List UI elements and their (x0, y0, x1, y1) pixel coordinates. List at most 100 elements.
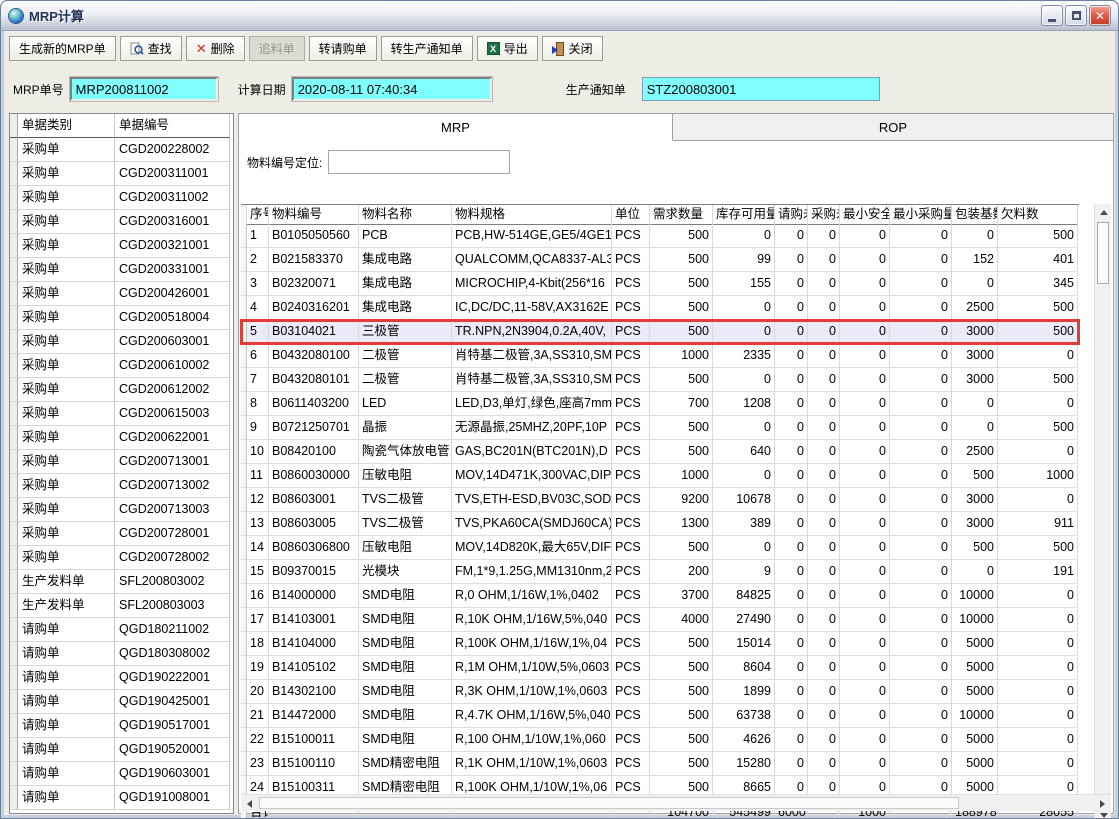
table-row[interactable]: 10B08420100陶瓷气体放电管GAS,BC201N(BTC201N),DP… (241, 440, 1079, 464)
prod-note-input[interactable] (642, 77, 880, 101)
table-row[interactable]: 9B0721250701晶振无源晶振,25MHZ,20PF,10PPCS5000… (241, 416, 1079, 440)
vertical-scrollbar[interactable] (1094, 204, 1111, 819)
table-row[interactable]: 2B021583370集成电路QUALCOMM,QCA8337-AL3PCS50… (241, 248, 1079, 272)
document-list-row[interactable]: 采购单CGD200518004 (10, 306, 233, 330)
table-cell: 0 (840, 296, 890, 320)
toolbar-button-8[interactable]: 关闭 (542, 36, 603, 61)
document-list-row[interactable]: 请购单QGD180308002 (10, 642, 233, 666)
minimize-button[interactable] (1041, 5, 1063, 26)
calc-date-input[interactable] (292, 77, 492, 101)
mrp-no-input[interactable] (70, 77, 218, 101)
table-row[interactable]: 15B09370015光模块FM,1*9,1.25G,MM1310nm,2PCS… (241, 560, 1079, 584)
table-cell: PCS (612, 536, 650, 560)
toolbar-button-7[interactable]: X导出 (477, 36, 538, 61)
table-cell: 5000 (952, 656, 998, 680)
document-list-row[interactable]: 采购单CGD200610002 (10, 354, 233, 378)
table-cell: 0 (952, 560, 998, 584)
toolbar-button-5[interactable]: 转请购单 (309, 36, 377, 61)
table-cell: 10000 (952, 608, 998, 632)
document-list-row[interactable]: 采购单CGD200713003 (10, 498, 233, 522)
table-row[interactable]: 19B14105102SMD电阻R,1M OHM,1/10W,5%,0603PC… (241, 656, 1079, 680)
document-list-row[interactable]: 采购单CGD200622001 (10, 426, 233, 450)
tab-rop[interactable]: ROP (673, 113, 1114, 141)
table-row[interactable]: 14B0860306800压敏电阻MOV,14D820K,最大65V,DIFPC… (241, 536, 1079, 560)
column-header-cell: 物料规格 (452, 205, 612, 225)
horizontal-scrollbar[interactable] (241, 794, 1111, 811)
table-row[interactable]: 8B0611403200LEDLED,D3,单灯,绿色,座高7mmPCS7001… (241, 392, 1079, 416)
table-row[interactable]: 5B03104021三极管TR.NPN,2N3904,0.2A,40V,PCS5… (241, 320, 1079, 344)
table-row[interactable]: 17B14103001SMD电阻R,10K OHM,1/16W,5%,040PC… (241, 608, 1079, 632)
table-row[interactable]: 1B0105050560PCBPCB,HW-514GE,GE5/4GE1PCS5… (241, 224, 1079, 248)
maximize-button[interactable] (1065, 5, 1087, 26)
document-list-row[interactable]: 采购单CGD200615003 (10, 402, 233, 426)
table-cell: 0 (998, 344, 1078, 368)
table-row[interactable]: 16B14000000SMD电阻R,0 OHM,1/16W,1%,0402PCS… (241, 584, 1079, 608)
table-cell: TVS二极管 (359, 488, 452, 512)
scroll-left-button[interactable] (241, 795, 258, 812)
document-list-cell: CGD200713002 (115, 474, 230, 498)
vertical-scroll-thumb[interactable] (1097, 222, 1109, 284)
document-list-row[interactable]: 请购单QGD191008001 (10, 786, 233, 810)
column-header-cell: 物料名称 (359, 205, 452, 225)
table-cell: 0 (840, 656, 890, 680)
table-cell: 0 (808, 704, 840, 728)
table-row[interactable]: 21B14472000SMD电阻R,4.7K OHM,1/16W,5%,040P… (241, 704, 1079, 728)
scroll-right-button[interactable] (1094, 795, 1111, 812)
document-list-row[interactable]: 生产发料单SFL200803003 (10, 594, 233, 618)
document-list-row[interactable]: 采购单CGD200228002 (10, 138, 233, 162)
document-list-row[interactable]: 采购单CGD200321001 (10, 234, 233, 258)
table-cell: 0 (998, 632, 1078, 656)
document-list-row[interactable]: 请购单QGD180211002 (10, 618, 233, 642)
horizontal-scroll-thumb[interactable] (259, 797, 959, 809)
document-list-row[interactable]: 生产发料单SFL200803002 (10, 570, 233, 594)
document-list-cell: QGD190222001 (115, 666, 230, 690)
document-list-row[interactable]: 采购单CGD200311001 (10, 162, 233, 186)
row-indicator (10, 666, 18, 690)
table-row[interactable]: 11B0860030000压敏电阻MOV,14D471K,300VAC,DIPP… (241, 464, 1079, 488)
close-button[interactable]: ✕ (1089, 5, 1111, 26)
toolbar-button-2[interactable]: 查找 (120, 36, 182, 61)
table-row[interactable]: 7B0432080101二极管肖特基二极管,3A,SS310,SMPCS5000… (241, 368, 1079, 392)
document-list-row[interactable]: 采购单CGD200713001 (10, 450, 233, 474)
app-window: MRP计算 ✕ 生成新的MRP单查找✕删除追料单转请购单转生产通知单X导出关闭 … (0, 0, 1119, 819)
document-list-row[interactable]: 采购单CGD200728001 (10, 522, 233, 546)
document-list-row[interactable]: 采购单CGD200713002 (10, 474, 233, 498)
table-row[interactable]: 13B08603005TVS二极管TVS,PKA60CA(SMDJ60CA)PC… (241, 512, 1079, 536)
table-cell: 0 (840, 584, 890, 608)
table-cell: 0 (775, 368, 808, 392)
title-bar[interactable]: MRP计算 ✕ (1, 1, 1118, 31)
toolbar-button-3[interactable]: ✕删除 (186, 36, 245, 61)
document-list-row[interactable]: 采购单CGD200331001 (10, 258, 233, 282)
document-list-row[interactable]: 请购单QGD190222001 (10, 666, 233, 690)
table-cell: 0 (808, 416, 840, 440)
document-list-row[interactable]: 采购单CGD200426001 (10, 282, 233, 306)
table-row[interactable]: 18B14104000SMD电阻R,100K OHM,1/16W,1%,04PC… (241, 632, 1079, 656)
table-row[interactable]: 23B15100110SMD精密电阻R,1K OHM,1/10W,1%,0603… (241, 752, 1079, 776)
table-row[interactable]: 12B08603001TVS二极管TVS,ETH-ESD,BV03C,SODPC… (241, 488, 1079, 512)
document-list-row[interactable]: 请购单QGD190517001 (10, 714, 233, 738)
tab-mrp[interactable]: MRP (238, 113, 673, 141)
table-row[interactable]: 20B14302100SMD电阻R,3K OHM,1/10W,1%,0603PC… (241, 680, 1079, 704)
toolbar-button-6[interactable]: 转生产通知单 (381, 36, 473, 61)
table-cell: 0 (775, 752, 808, 776)
table-row[interactable]: 6B0432080100二极管肖特基二极管,3A,SS310,SMPCS1000… (241, 344, 1079, 368)
document-list-row[interactable]: 采购单CGD200603001 (10, 330, 233, 354)
toolbar-button-1[interactable]: 生成新的MRP单 (9, 36, 116, 61)
column-header-cell: 单位 (612, 205, 650, 225)
table-cell: 1208 (713, 392, 775, 416)
table-row[interactable]: 3B02320071集成电路MICROCHIP,4-Kbit(256*16PCS… (241, 272, 1079, 296)
table-cell: B08603001 (269, 488, 359, 512)
document-list-row[interactable]: 请购单QGD190603001 (10, 762, 233, 786)
arrow-left-icon (247, 800, 252, 808)
document-list-row[interactable]: 采购单CGD200612002 (10, 378, 233, 402)
document-list-row[interactable]: 采购单CGD200316001 (10, 210, 233, 234)
document-list-row[interactable]: 采购单CGD200311002 (10, 186, 233, 210)
table-cell: 0 (775, 608, 808, 632)
table-row[interactable]: 22B15100011SMD电阻R,100 OHM,1/10W,1%,060PC… (241, 728, 1079, 752)
document-list-row[interactable]: 采购单CGD200728002 (10, 546, 233, 570)
locate-input[interactable] (328, 150, 510, 174)
document-list-row[interactable]: 请购单QGD190425001 (10, 690, 233, 714)
table-row[interactable]: 4B0240316201集成电路IC,DC/DC,11-58V,AX3162EP… (241, 296, 1079, 320)
scroll-up-button[interactable] (1095, 204, 1112, 221)
document-list-row[interactable]: 请购单QGD190520001 (10, 738, 233, 762)
